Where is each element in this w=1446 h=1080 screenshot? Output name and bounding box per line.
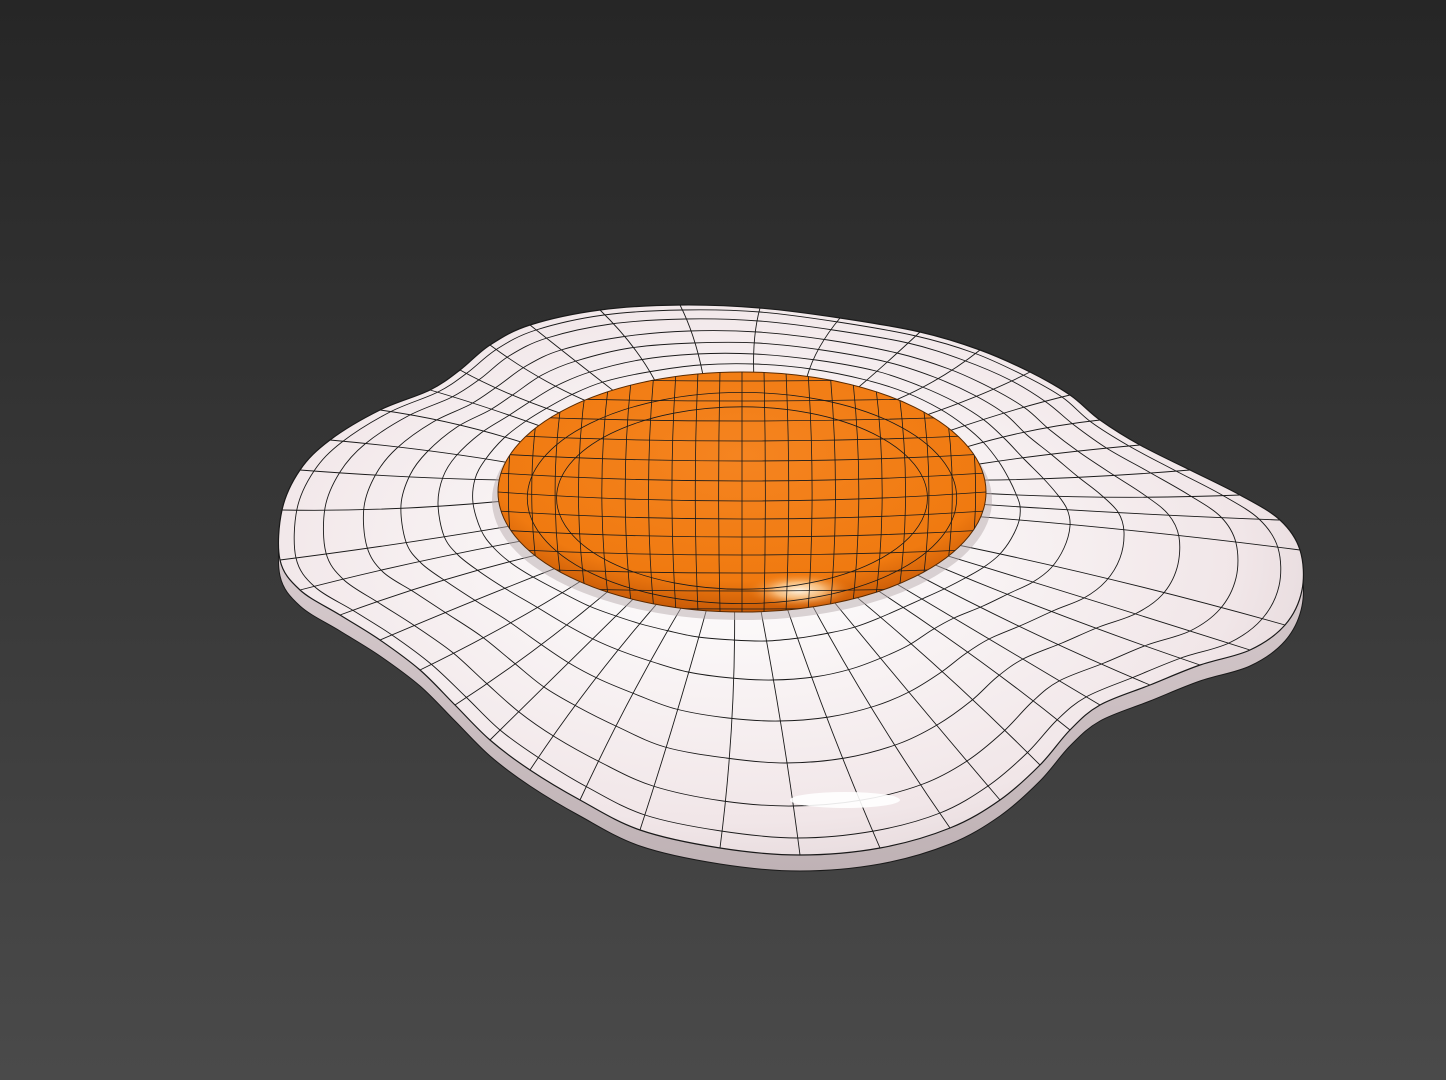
viewport-canvas[interactable]	[0, 0, 1446, 1080]
3d-viewport[interactable]	[0, 0, 1446, 1080]
egg-white-highlight	[790, 792, 900, 808]
